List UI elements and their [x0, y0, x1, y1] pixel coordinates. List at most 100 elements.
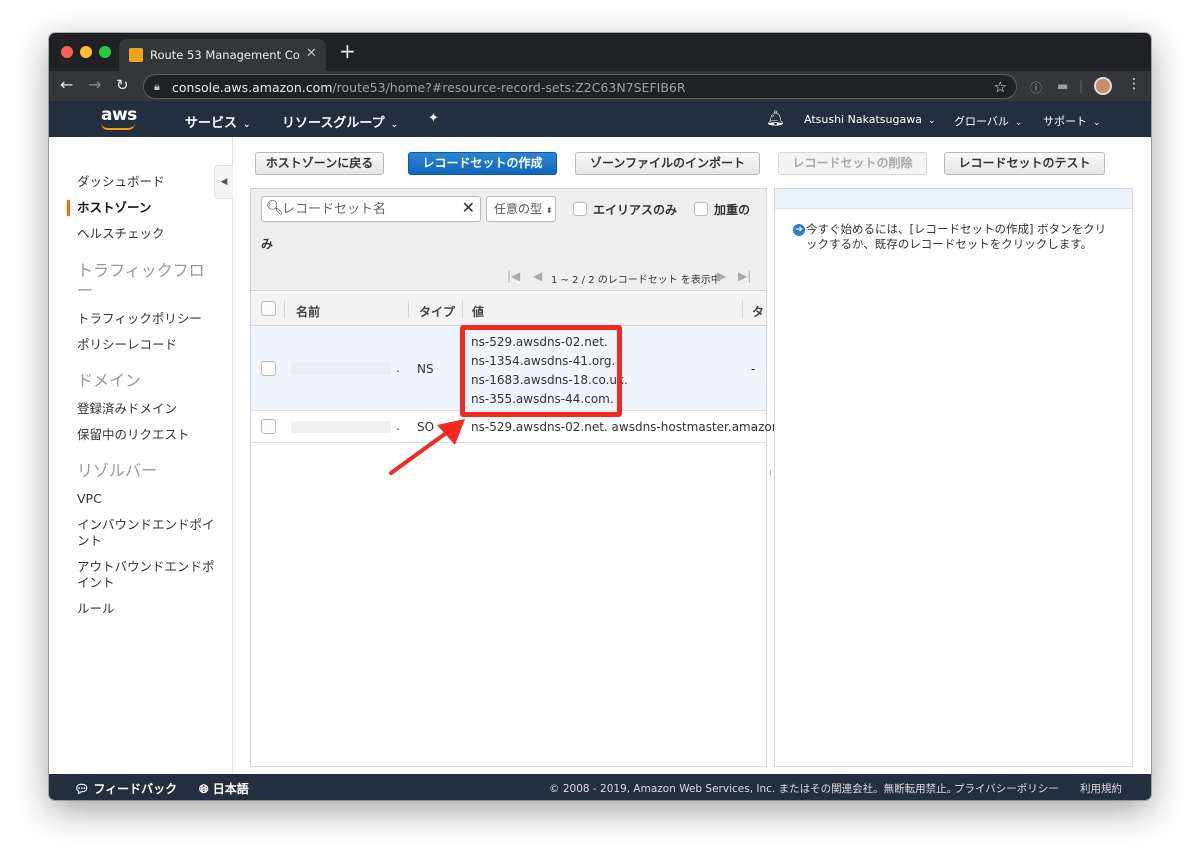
resource-groups-menu[interactable]: リソースグループ ⌄ — [282, 112, 398, 131]
toolbar-divider: | — [1079, 79, 1084, 93]
weighted-only-label: 加重の — [714, 203, 751, 217]
sidebar-item-registered-domains[interactable]: 登録済みドメイン — [77, 401, 222, 417]
chevron-down-icon: ⌄ — [1093, 118, 1101, 128]
panel-resize-handle[interactable]: ⁞ — [769, 469, 772, 479]
tab-title: Route 53 Management Console — [150, 48, 300, 62]
clear-search-icon[interactable]: ✕ — [462, 198, 475, 217]
search-box[interactable]: 🔍︎ ✕ — [261, 196, 481, 222]
forward-icon[interactable]: → — [88, 76, 101, 94]
aws-logo[interactable]: aws — [101, 105, 137, 125]
column-name[interactable]: 名前 — [296, 303, 320, 320]
tab-strip: Route 53 Management Console ✕ + — [49, 33, 1151, 71]
profile-avatar[interactable] — [1094, 77, 1112, 95]
sidebar-item-health-checks[interactable]: ヘルスチェック — [77, 226, 222, 242]
user-menu[interactable]: Atsushi Nakatsugawa ⌄ — [804, 113, 936, 126]
import-zone-file-button[interactable]: ゾーンファイルのインポート — [575, 152, 760, 175]
sidebar-item-traffic-policies[interactable]: トラフィックポリシー — [77, 311, 222, 327]
weighted-only-checkbox[interactable] — [694, 202, 708, 216]
prev-page-icon[interactable]: ◀ — [533, 269, 542, 283]
last-page-icon[interactable]: ▶| — [738, 269, 751, 283]
address-bar[interactable]: 🔒︎ console.aws.amazon.com/route53/home?#… — [143, 74, 1017, 99]
sidebar-item-vpc[interactable]: VPC — [77, 491, 222, 507]
row-checkbox[interactable] — [261, 361, 276, 376]
sidebar-item-policy-records[interactable]: ポリシーレコード — [77, 337, 222, 353]
chevron-down-icon: ⌄ — [1014, 118, 1023, 128]
terms-link[interactable]: 利用規約 — [1080, 781, 1122, 796]
extension-icon[interactable]: ▬ — [1057, 79, 1068, 93]
main-content: ホストゾーンに戻る レコードセットの作成 ゾーンファイルのインポート レコードセ… — [234, 137, 1151, 774]
filter-bar: 🔍︎ ✕ 任意の型 ⬍ エイリアスのみ 加重の み |◀ ◀ 1 ~ 2 / 2… — [251, 189, 766, 291]
row-checkbox[interactable] — [261, 419, 276, 434]
close-window-button[interactable] — [61, 46, 73, 58]
record-value: ns-529.awsdns-02.net. awsdns-hostmaster.… — [471, 420, 784, 434]
weighted-only-label-wrap: み — [261, 237, 274, 251]
record-type: NS — [417, 362, 434, 376]
record-name-suffix: . — [396, 361, 400, 375]
sidebar-item-rules[interactable]: ルール — [77, 601, 222, 617]
record-sets-panel: 🔍︎ ✕ 任意の型 ⬍ エイリアスのみ 加重の み |◀ ◀ 1 ~ 2 / 2… — [250, 188, 783, 767]
back-to-hosted-zones-button[interactable]: ホストゾーンに戻る — [255, 152, 384, 175]
test-record-set-button[interactable]: レコードセットのテスト — [944, 152, 1105, 175]
column-divider — [408, 300, 409, 318]
column-ttl[interactable]: タ — [752, 303, 764, 320]
pin-icon[interactable]: ✦ — [428, 111, 439, 126]
globe-icon: 🌐︎ — [199, 782, 209, 796]
record-ttl: - — [751, 362, 756, 376]
create-record-set-button[interactable]: レコードセットの作成 — [408, 152, 557, 175]
bell-icon[interactable]: 🔔︎ — [766, 109, 785, 127]
bookmark-star-icon[interactable]: ☆ — [994, 78, 1007, 96]
sidebar-item-inbound-endpoints[interactable]: インバウンドエンドポイント — [77, 517, 222, 549]
sidebar-section-traffic-flow: トラフィックフロー — [77, 261, 205, 300]
annotation-arrow-icon — [389, 419, 465, 475]
reload-icon[interactable]: ↻ — [116, 76, 129, 94]
info-message: 今すぐ始めるには、[レコードセットの作成] ボタンをクリックするか、既存のレコー… — [806, 222, 1107, 251]
sidebar-section-resolver: リゾルバー — [77, 461, 158, 480]
browser-toolbar: ← → ↻ 🔒︎ console.aws.amazon.com/route53/… — [49, 71, 1151, 101]
select-all-checkbox[interactable] — [261, 301, 276, 316]
delete-record-set-button[interactable]: レコードセットの削除 — [778, 152, 927, 175]
pager-text: 1 ~ 2 / 2 のレコードセット を表示中 — [551, 275, 721, 286]
redacted-name — [291, 363, 391, 375]
column-value[interactable]: 値 — [472, 303, 484, 320]
feedback-link[interactable]: 💬︎ フィードバック — [74, 780, 177, 797]
new-tab-button[interactable]: + — [339, 41, 356, 61]
highlight-box — [460, 325, 622, 417]
column-type[interactable]: タイプ — [419, 303, 455, 320]
maximize-window-button[interactable] — [99, 46, 111, 58]
support-menu[interactable]: サポート ⌄ — [1043, 113, 1101, 129]
sidebar-item-dashboard[interactable]: ダッシュボード — [77, 174, 222, 190]
sidebar-item-hosted-zones[interactable]: ホストゾーン — [77, 200, 222, 216]
services-menu[interactable]: サービス ⌄ — [185, 112, 251, 131]
back-icon[interactable]: ← — [60, 76, 73, 94]
details-panel: ➜ 今すぐ始めるには、[レコードセットの作成] ボタンをクリックするか、既存のレ… — [774, 188, 1133, 767]
column-divider — [742, 300, 743, 318]
next-page-icon[interactable]: ▶ — [717, 269, 726, 283]
minimize-window-button[interactable] — [80, 46, 92, 58]
copyright-text: © 2008 - 2019, Amazon Web Services, Inc.… — [549, 783, 958, 795]
browser-tab[interactable]: Route 53 Management Console ✕ — [119, 39, 326, 71]
first-page-icon[interactable]: |◀ — [507, 269, 520, 283]
browser-window: Route 53 Management Console ✕ + ← → ↻ 🔒︎… — [49, 33, 1151, 800]
type-select[interactable]: 任意の型 ⬍ — [486, 196, 556, 222]
alias-only-checkbox[interactable] — [573, 202, 587, 216]
sidebar-item-outbound-endpoints[interactable]: アウトバウンドエンドポイント — [77, 559, 222, 591]
lock-icon: 🔒︎ — [154, 80, 160, 93]
info-extension-icon[interactable]: ⓘ — [1030, 79, 1042, 96]
column-divider — [284, 300, 285, 318]
close-tab-icon[interactable]: ✕ — [306, 46, 317, 61]
language-selector[interactable]: 🌐︎ 日本語 — [199, 780, 249, 797]
region-menu[interactable]: グローバル ⌄ — [954, 113, 1022, 129]
table-header: 名前 タイプ 値 タ — [251, 292, 766, 326]
menu-kebab-icon[interactable]: ⋮ — [1127, 76, 1141, 92]
column-divider — [462, 300, 463, 318]
privacy-link[interactable]: プライバシーポリシー — [954, 781, 1059, 796]
info-arrow-icon: ➜ — [793, 224, 805, 236]
redacted-name — [291, 421, 391, 433]
search-input[interactable] — [282, 200, 452, 218]
alias-only-label: エイリアスのみ — [593, 203, 678, 217]
url-text[interactable]: console.aws.amazon.com/route53/home?#res… — [172, 80, 686, 95]
select-arrows-icon: ⬍ — [545, 206, 553, 215]
sidebar-item-pending-requests[interactable]: 保留中のリクエスト — [77, 427, 222, 443]
sidebar: ◀ ダッシュボード ホストゾーン ヘルスチェック トラフィックフロー トラフィッ… — [49, 137, 233, 774]
record-ttl: - — [751, 420, 756, 434]
